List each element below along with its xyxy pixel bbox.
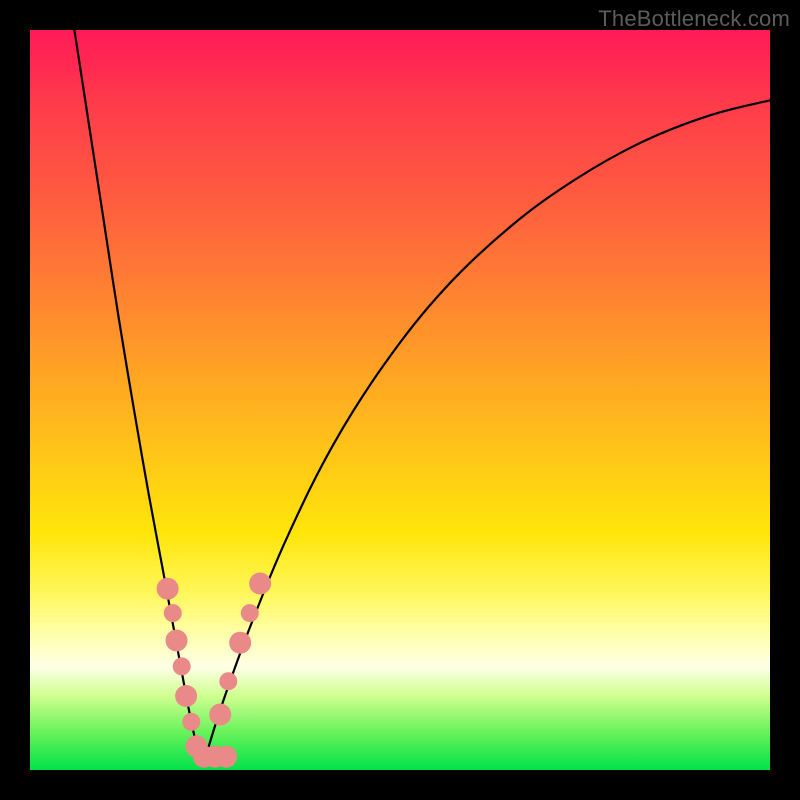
curve-left-branch — [74, 30, 200, 763]
marker-dot — [164, 604, 182, 622]
marker-dot — [229, 632, 251, 654]
marker-dot — [182, 713, 200, 731]
plot-area — [30, 30, 770, 770]
marker-dot — [241, 604, 259, 622]
marker-dot — [173, 657, 191, 675]
marker-dot — [157, 578, 179, 600]
marker-dot — [166, 630, 188, 652]
marker-dot — [175, 685, 197, 707]
marker-dot — [249, 573, 271, 595]
bottleneck-curve — [74, 30, 770, 763]
watermark-text: TheBottleneck.com — [598, 6, 790, 32]
curve-overlay — [30, 30, 770, 770]
marker-dot — [209, 704, 231, 726]
marker-cluster — [157, 573, 272, 768]
chart-frame: TheBottleneck.com — [0, 0, 800, 800]
marker-dot — [215, 746, 237, 768]
marker-dot — [219, 672, 237, 690]
curve-right-branch — [204, 100, 770, 762]
